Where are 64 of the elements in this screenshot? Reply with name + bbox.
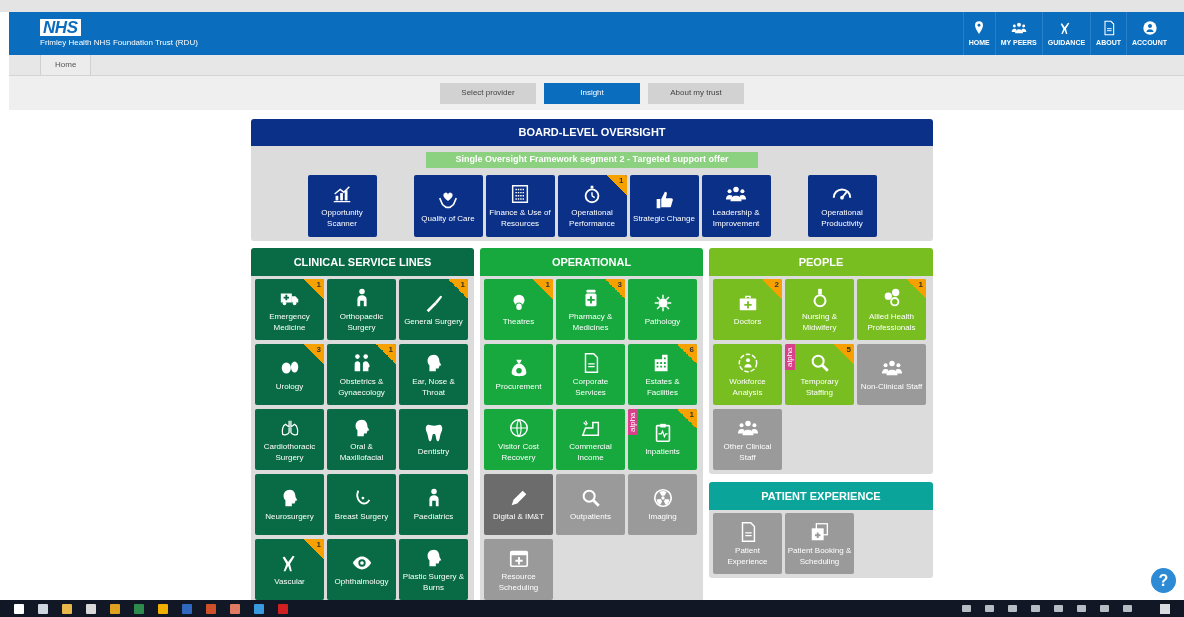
- tile-button[interactable]: Finance & Use of Resources: [485, 175, 555, 237]
- nhs-logo[interactable]: NHS: [40, 19, 81, 36]
- tile-button[interactable]: Neurosurgery: [255, 474, 324, 535]
- count-badge: 1: [448, 279, 468, 299]
- count-badge: 1: [606, 175, 627, 195]
- tile-button[interactable]: Breast Surgery: [327, 474, 396, 535]
- count-badge: 5: [834, 344, 854, 364]
- tile-button[interactable]: Emergency Medicine 1: [255, 279, 324, 340]
- tile-button[interactable]: Ear, Nose & Throat: [399, 344, 468, 405]
- section-header: OPERATIONAL: [480, 248, 703, 276]
- globe-icon: [507, 416, 530, 439]
- tab[interactable]: About my trust: [648, 82, 744, 104]
- tile-button[interactable]: Operational Productivity: [807, 175, 877, 237]
- count-badge: 1: [304, 539, 324, 559]
- section-header: PEOPLE: [709, 248, 933, 276]
- alpha-tag: alpha: [628, 409, 638, 435]
- tab[interactable]: Select provider: [440, 82, 536, 104]
- count-badge: 1: [304, 279, 324, 299]
- section-header: PATIENT EXPERIENCE: [709, 482, 933, 510]
- abacus-icon: [509, 183, 531, 205]
- user-icon: [1141, 20, 1158, 36]
- radiation-icon: [651, 487, 674, 509]
- tile-button[interactable]: Paediatrics: [399, 474, 468, 535]
- breadcrumb-link[interactable]: Home: [40, 55, 92, 75]
- tile-button[interactable]: Dentistry: [399, 409, 468, 470]
- status-banner: Single Oversight Framework segment 2 - Targeted support offer: [426, 152, 758, 168]
- count-badge: 2: [762, 279, 782, 299]
- section-header: BOARD-LEVEL OVERSIGHT: [251, 119, 933, 146]
- count-badge: 1: [376, 344, 396, 364]
- count-badge: 1: [677, 409, 697, 429]
- trust-name: Frimley Health NHS Foundation Trust (RDU): [40, 38, 198, 48]
- section-header: CLINICAL SERVICE LINES: [251, 248, 474, 276]
- tile-button[interactable]: Ophthalmology: [327, 539, 396, 600]
- tile-button[interactable]: Theatres 1: [484, 279, 553, 340]
- count-badge: 3: [605, 279, 625, 299]
- team-icon: [736, 351, 759, 374]
- tile-button[interactable]: Obstetrics & Gynaecology 1: [327, 344, 396, 405]
- tile-button[interactable]: Doctors 2: [713, 279, 782, 340]
- count-badge: 6: [677, 344, 697, 364]
- tile-button[interactable]: Vascular 1: [255, 539, 324, 600]
- tile-button[interactable]: Leadership & Improvement: [701, 175, 771, 237]
- help-button[interactable]: ?: [1151, 568, 1176, 593]
- tile-button[interactable]: Orthopaedic Surgery: [327, 279, 396, 340]
- tile-button[interactable]: Cardiothoracic Surgery: [255, 409, 324, 470]
- tab[interactable]: Insight: [544, 82, 640, 104]
- tile-button[interactable]: Plastic Surgery & Burns: [399, 539, 468, 600]
- count-badge: 1: [906, 279, 926, 299]
- tile-button[interactable]: Opportunity Scanner: [307, 175, 377, 237]
- tile-button[interactable]: General Surgery 1: [399, 279, 468, 340]
- tile-button[interactable]: Urology 3: [255, 344, 324, 405]
- tile-button[interactable]: Quality of Care: [413, 175, 483, 237]
- tile-button[interactable]: Pharmacy & Medicines 3: [556, 279, 625, 340]
- count-badge: 1: [533, 279, 553, 299]
- count-badge: 3: [304, 344, 324, 364]
- tile-button[interactable]: Estates & Facilities 6: [628, 344, 697, 405]
- tile-button[interactable]: Temporary Staffing 5 alpha: [785, 344, 854, 405]
- people-icon: [1010, 20, 1027, 36]
- tile-button[interactable]: Strategic Change: [629, 175, 699, 237]
- alpha-tag: alpha: [785, 344, 795, 370]
- tile-button[interactable]: Allied Health Professionals 1: [857, 279, 926, 340]
- tile-button[interactable]: Operational Performance 1: [557, 175, 627, 237]
- bar-chart-icon: [331, 183, 353, 205]
- tile-button[interactable]: Inpatients 1 alpha: [628, 409, 697, 470]
- tile-button[interactable]: Oral & Maxillofacial: [327, 409, 396, 470]
